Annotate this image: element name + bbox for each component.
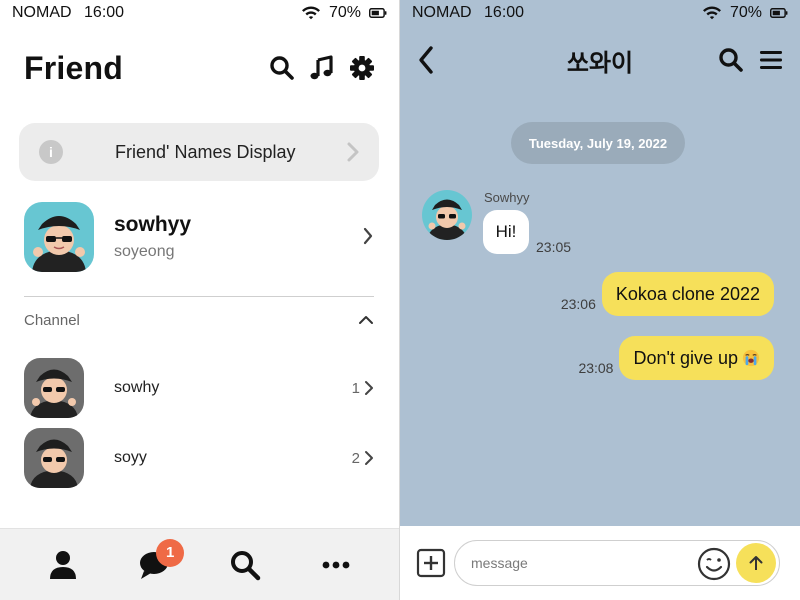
unread-badge: 1: [156, 538, 185, 567]
profile-name: sowhyy: [114, 213, 192, 236]
wifi-icon: [301, 6, 320, 20]
chevron-right-icon: [347, 142, 359, 162]
bottom-tab-bar: 1: [0, 528, 399, 600]
sender-avatar[interactable]: [422, 190, 472, 240]
channel-name: sowhy: [114, 379, 160, 396]
notice-text: Friend' Names Display: [115, 141, 296, 162]
message-input[interactable]: [471, 555, 691, 571]
channel-count: 2: [351, 449, 360, 467]
divider: [24, 296, 374, 297]
channel-count: 1: [351, 379, 360, 397]
channel-label: Channel: [24, 311, 80, 329]
music-icon[interactable]: [309, 55, 335, 81]
message-bubble[interactable]: Hi!: [483, 210, 529, 254]
friends-header: Friend: [24, 46, 375, 90]
status-time: 16:00: [84, 4, 125, 21]
channel-section-header[interactable]: Channel: [24, 310, 374, 330]
info-icon: i: [39, 140, 63, 164]
sender-name: Sowhyy: [484, 190, 530, 205]
outgoing-message: 23:06 Kokoa clone 2022: [561, 272, 774, 316]
send-button[interactable]: [736, 543, 776, 583]
channel-avatar: [24, 428, 84, 488]
status-time: 16:00: [484, 4, 525, 21]
battery-icon: [369, 8, 387, 18]
battery-icon: [770, 8, 788, 18]
tab-friends[interactable]: [43, 545, 83, 585]
back-icon[interactable]: [416, 45, 436, 75]
plus-square-icon[interactable]: [416, 548, 446, 578]
battery-percent: 70%: [328, 4, 361, 21]
tab-chats[interactable]: 1: [134, 538, 185, 585]
chat-header: 쏘와이: [416, 40, 784, 80]
channel-name: soyy: [114, 449, 147, 466]
message-time: 23:06: [560, 296, 596, 312]
search-icon: [230, 550, 261, 580]
battery-percent: 70%: [729, 4, 762, 21]
search-icon[interactable]: [718, 47, 744, 73]
person-icon: [50, 550, 77, 579]
outgoing-message: 23:08 Don't give up: [578, 336, 774, 380]
chevron-up-icon[interactable]: [358, 314, 374, 326]
carrier-label: NOMAD: [412, 4, 472, 21]
page-title: Friend: [24, 49, 123, 86]
message-time: 23:08: [578, 360, 614, 376]
chevron-right-icon: [365, 381, 373, 395]
date-separator: Tuesday, July 19, 2022: [511, 122, 685, 164]
arrow-up-icon: [749, 556, 763, 570]
chevron-right-icon: [365, 451, 373, 465]
tab-more[interactable]: [316, 545, 356, 585]
tab-search[interactable]: [225, 545, 265, 585]
status-bar: NOMAD 16:00 70%: [400, 0, 800, 26]
message-text: Don't give up: [633, 347, 738, 368]
status-bar: NOMAD 16:00 70%: [0, 0, 399, 26]
chat-screen: NOMAD 16:00 70% 쏘와이 Tuesday, July 19, 20…: [400, 0, 800, 600]
loudly-crying-face-icon: [742, 349, 760, 367]
message-bubble[interactable]: Kokoa clone 2022: [601, 272, 774, 316]
gear-icon[interactable]: [349, 55, 375, 81]
channel-avatar: [24, 358, 84, 418]
search-icon[interactable]: [269, 55, 295, 81]
channel-item[interactable]: sowhy 1: [24, 358, 374, 418]
names-display-banner[interactable]: i Friend' Names Display: [19, 123, 379, 181]
wifi-icon: [702, 6, 721, 20]
chevron-right-icon: [363, 227, 373, 245]
message-time: 23:05: [536, 239, 572, 255]
profile-subtitle: soyeong: [114, 243, 175, 260]
message-field: [454, 540, 780, 586]
smile-icon[interactable]: [697, 547, 731, 581]
my-profile[interactable]: sowhyy soyeong: [24, 200, 375, 274]
message-bubble[interactable]: Don't give up: [619, 336, 774, 380]
friends-screen: NOMAD 16:00 70% Friend i Friend' Names D…: [0, 0, 400, 600]
carrier-label: NOMAD: [12, 4, 72, 21]
more-icon: [322, 561, 350, 568]
channel-item[interactable]: soyy 2: [24, 428, 374, 488]
avatar: [24, 202, 94, 272]
message-composer: [400, 526, 800, 600]
menu-icon[interactable]: [758, 47, 784, 73]
